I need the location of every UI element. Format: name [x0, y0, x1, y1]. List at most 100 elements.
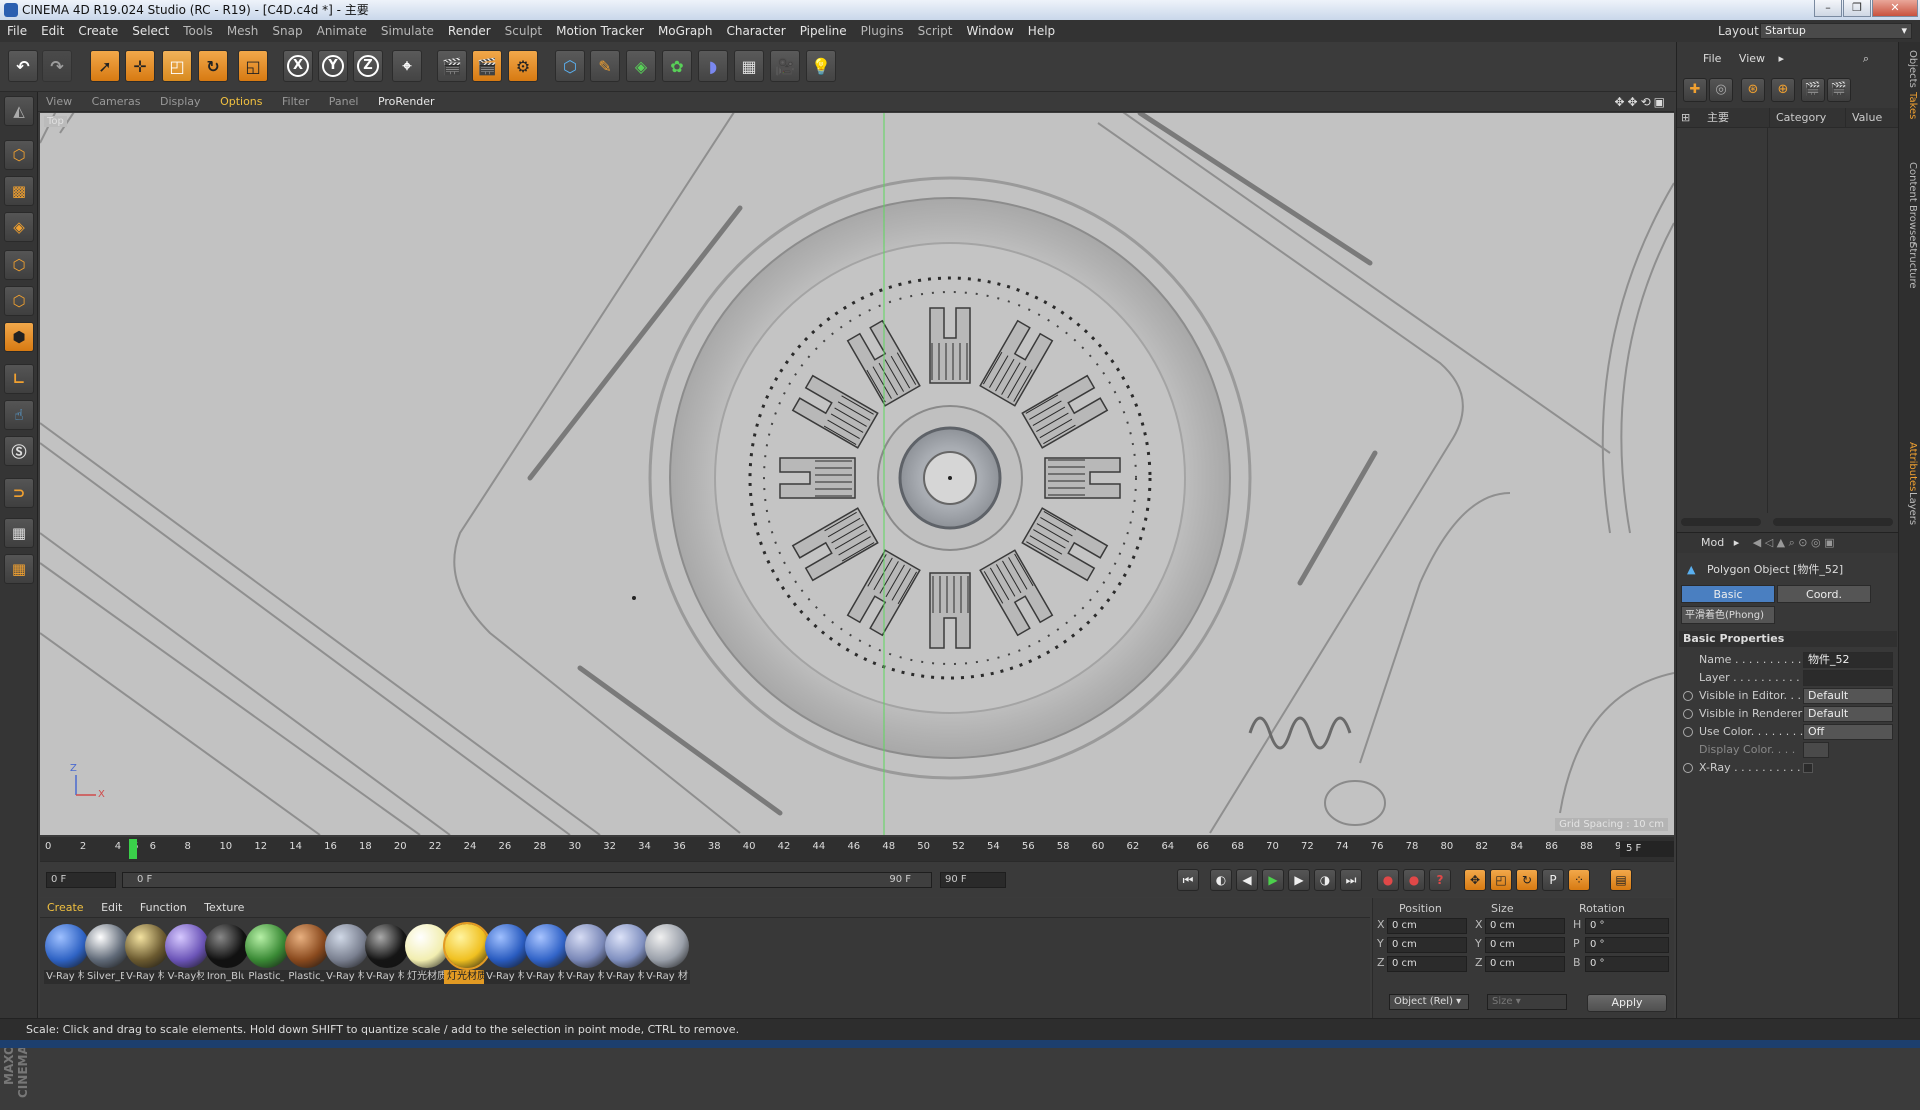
lock-workplane-icon[interactable]: ▦ — [4, 518, 34, 548]
animate-radio-icon[interactable] — [1683, 709, 1693, 719]
previous-key-icon[interactable]: ◐ — [1210, 869, 1232, 891]
menu-motion-tracker[interactable]: Motion Tracker — [549, 20, 651, 42]
next-key-icon[interactable]: ◑ — [1314, 869, 1336, 891]
texture-mode-icon[interactable]: ▩ — [4, 176, 34, 206]
close-button[interactable]: ✕ — [1872, 0, 1918, 17]
viewport-navigation-icons[interactable]: ✥✥⟲▣ — [1614, 92, 1668, 112]
start-frame-field[interactable]: 0 F — [46, 872, 116, 888]
animate-radio-icon[interactable] — [1683, 691, 1693, 701]
size-field[interactable]: 0 cm — [1485, 956, 1565, 972]
x-axis-lock-button[interactable]: X — [283, 50, 313, 82]
animate-radio-icon[interactable] — [1683, 727, 1693, 737]
play-icon[interactable]: ▶ — [1262, 869, 1284, 891]
keyframe-selection-icon[interactable]: ? — [1429, 869, 1451, 891]
position-field[interactable]: 0 cm — [1387, 937, 1467, 953]
chevron-right-icon[interactable]: ▸ — [1734, 536, 1740, 549]
side-tab-content-browser[interactable]: Content Browser — [1902, 162, 1918, 245]
planar-workplane-icon[interactable]: ▦ — [4, 554, 34, 584]
objects-menu-view[interactable]: View — [1739, 52, 1765, 65]
key-position-icon[interactable]: ✥ — [1464, 869, 1486, 891]
polygons-mode-icon[interactable]: ⬢ — [4, 322, 34, 352]
override-group-icon[interactable]: ⊕ — [1771, 78, 1795, 102]
key-pla-icon[interactable]: ⁘ — [1568, 869, 1590, 891]
side-tab-attributes[interactable]: Attributes — [1902, 442, 1918, 491]
size-field[interactable]: 0 cm — [1485, 918, 1565, 934]
viewport-menu-filter[interactable]: Filter — [274, 92, 317, 112]
take-override-icon[interactable]: ◎ — [1709, 78, 1733, 102]
recent-tool-icon[interactable]: ◱ — [238, 50, 268, 82]
menu-file[interactable]: File — [0, 20, 34, 42]
property-value[interactable]: Default — [1803, 706, 1893, 722]
auto-take-icon[interactable]: ⊛ — [1741, 78, 1765, 102]
material-menu-texture[interactable]: Texture — [197, 898, 251, 918]
move-tool-icon[interactable]: ✛ — [125, 50, 155, 82]
menu-plugins[interactable]: Plugins — [854, 20, 911, 42]
take-camera-icon[interactable]: 🎬 — [1801, 78, 1825, 102]
key-parameter-icon[interactable]: P — [1542, 869, 1564, 891]
cube-primitive-icon[interactable]: ⬡ — [555, 50, 585, 82]
side-tab-layers[interactable]: Layers — [1902, 492, 1918, 525]
viewport-menu-panel[interactable]: Panel — [321, 92, 367, 112]
undo-icon[interactable]: ↶ — [8, 50, 38, 82]
y-axis-lock-button[interactable]: Y — [318, 50, 348, 82]
3d-viewport[interactable]: Z X Top Grid Spacing : 10 cm — [40, 113, 1674, 835]
tab-basic[interactable]: Basic — [1681, 585, 1775, 603]
points-mode-icon[interactable]: ⬡ — [4, 250, 34, 280]
axis-mode-icon[interactable]: ∟ — [4, 364, 34, 394]
size-mode-select[interactable]: Size ▾ — [1487, 994, 1567, 1010]
menu-simulate[interactable]: Simulate — [374, 20, 441, 42]
light-icon[interactable]: 💡 — [806, 50, 836, 82]
attributes-menu-mode[interactable]: Mod — [1701, 536, 1724, 549]
redo-icon[interactable]: ↷ — [42, 50, 72, 82]
deformer-icon[interactable]: ◗ — [698, 50, 728, 82]
camera-icon[interactable]: 🎥 — [770, 50, 800, 82]
viewport-menu-view[interactable]: View — [38, 92, 80, 112]
menu-character[interactable]: Character — [719, 20, 792, 42]
take-render-icon[interactable]: 🎬 — [1827, 78, 1851, 102]
horizontal-scrollbar-right[interactable] — [1773, 518, 1893, 526]
menu-window[interactable]: Window — [959, 20, 1020, 42]
menu-help[interactable]: Help — [1021, 20, 1062, 42]
rotation-field[interactable]: 0 ° — [1585, 937, 1669, 953]
end-frame-field[interactable]: 90 F — [940, 872, 1006, 888]
property-value[interactable]: 物件_52 — [1803, 652, 1893, 668]
menu-create[interactable]: Create — [71, 20, 125, 42]
chevron-right-icon[interactable]: ▸ — [1779, 52, 1785, 65]
navigation-arrows-icon[interactable]: ◀ ◁ ▲ ⌕ ⊙ ◎ ▣ — [1753, 536, 1835, 549]
make-editable-icon[interactable]: ◭ — [4, 96, 34, 126]
material-menu-create[interactable]: Create — [40, 898, 91, 918]
autokey-icon[interactable]: ● — [1403, 869, 1425, 891]
objects-menu-file[interactable]: File — [1703, 52, 1721, 65]
menu-mesh[interactable]: Mesh — [220, 20, 266, 42]
current-frame-marker[interactable] — [129, 839, 138, 859]
horizontal-scrollbar-left[interactable] — [1681, 518, 1761, 526]
key-rotation-icon[interactable]: ↻ — [1516, 869, 1538, 891]
animate-radio-icon[interactable] — [1683, 763, 1693, 773]
spline-pen-icon[interactable]: ✎ — [590, 50, 620, 82]
rotate-tool-icon[interactable]: ↻ — [198, 50, 228, 82]
subdivision-surface-icon[interactable]: ◈ — [626, 50, 656, 82]
property-value[interactable]: Off — [1803, 724, 1893, 740]
timeline-window-icon[interactable]: ▤ — [1610, 869, 1632, 891]
size-field[interactable]: 0 cm — [1485, 937, 1565, 953]
render-view-icon[interactable]: 🎬 — [437, 50, 467, 82]
tab-phong[interactable]: 平滑着色(Phong) — [1681, 606, 1775, 624]
tab-coord[interactable]: Coord. — [1777, 585, 1871, 603]
model-mode-icon[interactable]: ⬡ — [4, 140, 34, 170]
record-keyframe-icon[interactable]: ● — [1377, 869, 1399, 891]
property-value[interactable] — [1803, 670, 1893, 686]
viewport-menu-display[interactable]: Display — [152, 92, 209, 112]
take-add-icon[interactable]: ✚ — [1683, 78, 1707, 102]
menu-tools[interactable]: Tools — [176, 20, 220, 42]
rotation-field[interactable]: 0 ° — [1585, 956, 1669, 972]
side-tab-structure[interactable]: Structure — [1902, 242, 1918, 289]
floor-icon[interactable]: ▦ — [734, 50, 764, 82]
menu-script[interactable]: Script — [911, 20, 960, 42]
side-tab-takes[interactable]: Takes — [1902, 92, 1918, 119]
workplane-mode-icon[interactable]: ◈ — [4, 212, 34, 242]
menu-render[interactable]: Render — [441, 20, 498, 42]
display-color-swatch[interactable] — [1803, 742, 1829, 758]
rotation-field[interactable]: 0 ° — [1585, 918, 1669, 934]
maximize-button[interactable]: ❐ — [1843, 0, 1871, 17]
magnet-icon[interactable]: ⊃ — [4, 478, 34, 508]
